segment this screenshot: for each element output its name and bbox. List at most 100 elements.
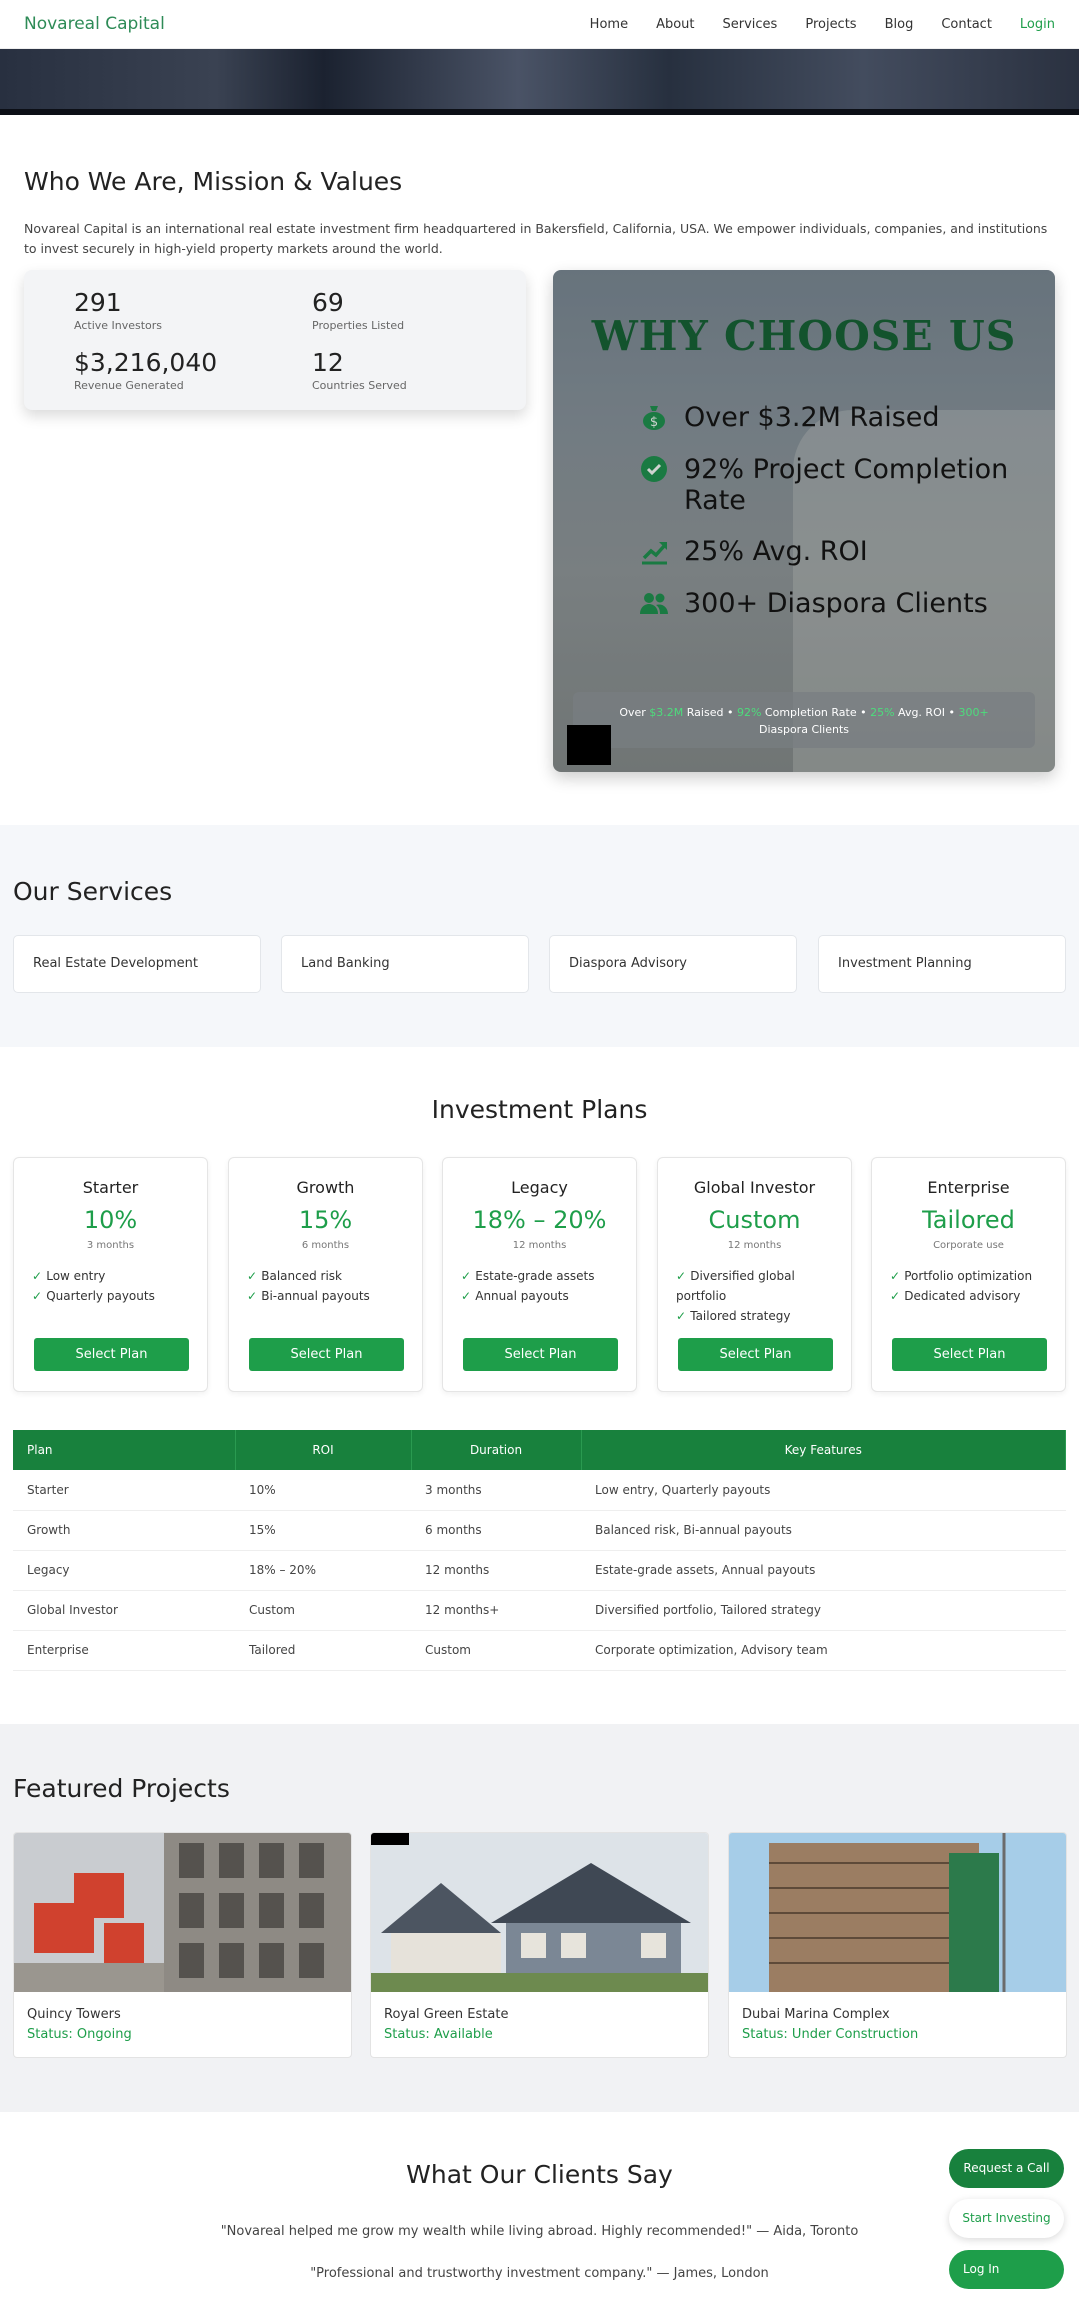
about-section: Who We Are, Mission & Values Novareal Ca… (0, 115, 1079, 825)
featured-projects-section: Featured Projects Quincy Towers Status: … (0, 1724, 1079, 2112)
stat-label: Revenue Generated (74, 379, 184, 392)
why-item-text: Over $3.2M Raised (684, 402, 940, 433)
testimonials-title: What Our Clients Say (406, 2160, 673, 2189)
project-card-royal-green-estate[interactable]: Royal Green Estate Status: Available (370, 1832, 709, 2058)
nav-home[interactable]: Home (590, 17, 628, 32)
stats-card: 291 Active Investors 69 Properties Liste… (24, 270, 526, 410)
plan-features: Low entry Quarterly payouts (32, 1266, 197, 1306)
plan-feature: Portfolio optimization (890, 1266, 1055, 1286)
testimonial-quote: "Professional and trustworthy investment… (310, 2266, 769, 2281)
stat-label: Active Investors (74, 319, 163, 332)
why-item: 92% Project Completion Rate (638, 454, 1038, 516)
nav-blog[interactable]: Blog (885, 17, 914, 32)
plans-comparison-table: Plan ROI Duration Key Features Starter 10… (13, 1430, 1066, 1671)
plan-roi: 18% – 20% (472, 1206, 607, 1234)
plan-feature: Balanced risk (247, 1266, 412, 1286)
select-plan-button[interactable]: Select Plan (34, 1338, 189, 1371)
project-image (371, 1833, 708, 1992)
table-header: Key Features (581, 1430, 1066, 1470)
start-investing-button[interactable]: Start Investing (949, 2199, 1064, 2238)
service-card-diaspora-advisory[interactable]: Diaspora Advisory (549, 935, 797, 993)
nav-contact[interactable]: Contact (941, 17, 992, 32)
project-image (14, 1833, 351, 1992)
testimonial-quote: "Novareal helped me grow my wealth while… (220, 2224, 859, 2239)
plan-features: Portfolio optimization Dedicated advisor… (890, 1266, 1055, 1306)
plan-name: Growth (296, 1178, 355, 1197)
plan-feature: Estate-grade assets (461, 1266, 626, 1286)
plan-feature: Diversified global portfolio (676, 1266, 841, 1306)
hero-banner-image (0, 49, 1079, 115)
stat-active-investors: 291 Active Investors (74, 288, 274, 332)
stat-label: Countries Served (312, 379, 407, 392)
plan-feature: Low entry (32, 1266, 197, 1286)
select-plan-button[interactable]: Select Plan (249, 1338, 404, 1371)
services-title: Our Services (13, 877, 173, 906)
plan-feature: Bi-annual payouts (247, 1286, 412, 1306)
log-in-button[interactable]: Log In (949, 2250, 1064, 2289)
nav-services[interactable]: Services (723, 17, 778, 32)
plans-title: Investment Plans (431, 1095, 648, 1124)
service-card-investment-planning[interactable]: Investment Planning (818, 935, 1066, 993)
why-item-text: 25% Avg. ROI (684, 536, 868, 567)
plan-features: Balanced risk Bi-annual payouts (247, 1266, 412, 1306)
plan-name: Starter (82, 1178, 139, 1197)
stat-number: 291 (74, 288, 122, 317)
plan-feature: Annual payouts (461, 1286, 626, 1306)
why-item: $ Over $3.2M Raised (638, 402, 1038, 434)
money-bag-icon: $ (638, 402, 670, 434)
service-card-real-estate[interactable]: Real Estate Development (13, 935, 261, 993)
table-row: Legacy 18% – 20% 12 months Estate-grade ass… (13, 1550, 1066, 1591)
plan-duration: 6 months (301, 1240, 350, 1251)
plan-duration: 12 months (727, 1240, 782, 1251)
table-header: Duration (411, 1430, 582, 1470)
plan-duration: 3 months (86, 1240, 135, 1251)
about-title: Who We Are, Mission & Values (24, 167, 403, 196)
project-card-dubai-marina-complex[interactable]: Dubai Marina Complex Status: Under Const… (728, 1832, 1067, 2058)
plan-roi: Custom (708, 1206, 801, 1234)
brand-logo[interactable]: Novareal Capital (24, 14, 165, 34)
plan-name: Global Investor (693, 1178, 816, 1197)
chart-up-icon (638, 536, 670, 568)
plan-card-starter: Starter 10% 3 months Low entry Quarterly… (13, 1157, 208, 1392)
request-call-button[interactable]: Request a Call (949, 2149, 1064, 2188)
table-header: Plan (13, 1430, 236, 1470)
select-plan-button[interactable]: Select Plan (678, 1338, 833, 1371)
nav-about[interactable]: About (656, 17, 694, 32)
nav-links: Home About Services Projects Blog Contac… (590, 17, 1055, 32)
nav-login[interactable]: Login (1020, 17, 1055, 32)
plan-name: Legacy (511, 1178, 568, 1197)
project-name: Quincy Towers (27, 2007, 121, 2022)
select-plan-button[interactable]: Select Plan (463, 1338, 618, 1371)
project-card-quincy-towers[interactable]: Quincy Towers Status: Ongoing (13, 1832, 352, 2058)
featured-title: Featured Projects (13, 1774, 230, 1803)
table-row: Global Investor Custom 12 months+ Diversifi… (13, 1590, 1066, 1631)
select-plan-button[interactable]: Select Plan (892, 1338, 1047, 1371)
project-status: Status: Available (384, 2027, 493, 2042)
plan-card-global-investor: Global Investor Custom 12 months Diversi… (657, 1157, 852, 1392)
plan-features: Diversified global portfolio Tailored st… (676, 1266, 841, 1326)
svg-text:$: $ (650, 415, 658, 430)
project-name: Dubai Marina Complex (742, 2007, 890, 2022)
stat-label: Properties Listed (312, 319, 405, 332)
project-name: Royal Green Estate (384, 2007, 509, 2022)
plan-roi: 15% (298, 1206, 353, 1234)
plan-feature: Tailored strategy (676, 1306, 841, 1326)
service-card-land-banking[interactable]: Land Banking (281, 935, 529, 993)
plan-roi: 10% (83, 1206, 138, 1234)
why-item-text: 92% Project Completion Rate (684, 454, 1009, 516)
plan-card-legacy: Legacy 18% – 20% 12 months Estate-grade … (442, 1157, 637, 1392)
black-overlay-block (567, 725, 611, 765)
table-header-row: Plan ROI Duration Key Features (13, 1430, 1066, 1470)
stat-number: 69 (312, 288, 344, 317)
stat-properties-listed: 69 Properties Listed (312, 288, 512, 332)
project-status: Status: Ongoing (27, 2027, 132, 2042)
plan-feature: Quarterly payouts (32, 1286, 197, 1306)
project-status: Status: Under Construction (742, 2027, 919, 2042)
stat-countries-served: 12 Countries Served (312, 348, 512, 392)
why-item: 300+ Diaspora Clients (638, 588, 1038, 620)
top-navbar: Novareal Capital Home About Services Pro… (0, 0, 1079, 49)
why-item-text: 300+ Diaspora Clients (684, 588, 988, 619)
project-image (729, 1833, 1066, 1992)
nav-projects[interactable]: Projects (805, 17, 856, 32)
table-row: Starter 10% 3 months Low entry, Quarterly p… (13, 1470, 1066, 1511)
